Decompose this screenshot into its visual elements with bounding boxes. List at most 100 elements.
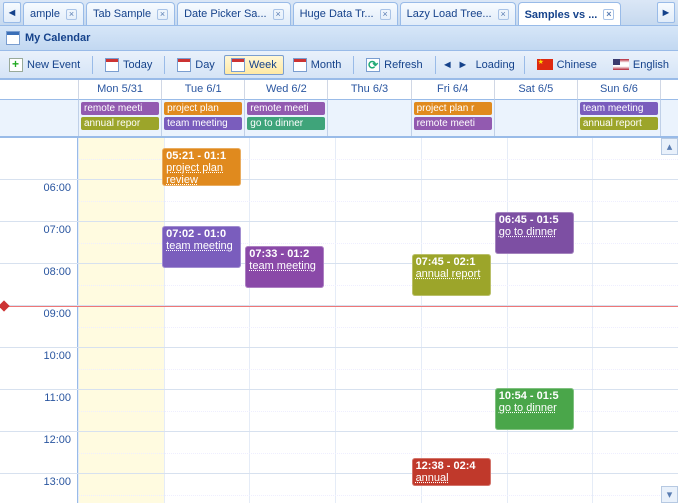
refresh-button[interactable]: Refresh (359, 55, 430, 75)
time-cell[interactable] (335, 222, 421, 263)
calendar-event[interactable]: 10:54 - 01:5go to dinner (495, 388, 574, 430)
calendar-event[interactable]: 12:38 - 02:4annual (412, 458, 491, 486)
time-cell[interactable] (335, 306, 421, 347)
allday-column[interactable] (327, 100, 410, 136)
allday-column[interactable]: project plan team meeting (161, 100, 244, 136)
time-cell[interactable] (164, 180, 250, 221)
time-cell[interactable] (78, 390, 164, 431)
time-cell[interactable] (421, 348, 507, 389)
time-cell[interactable] (335, 138, 421, 179)
allday-event[interactable]: project plan (164, 102, 242, 115)
today-button[interactable]: Today (98, 55, 159, 75)
time-cell[interactable] (249, 180, 335, 221)
time-cell[interactable] (164, 348, 250, 389)
month-view-button[interactable]: Month (286, 55, 349, 75)
time-cell[interactable] (421, 180, 507, 221)
time-cell[interactable] (592, 390, 678, 431)
time-cell[interactable] (507, 138, 593, 179)
time-cell[interactable] (507, 348, 593, 389)
time-cell[interactable] (164, 306, 250, 347)
time-cell[interactable] (335, 474, 421, 503)
day-header[interactable]: Thu 6/3 (327, 80, 410, 100)
calendar-event[interactable]: 06:45 - 01:5go to dinner (495, 212, 574, 254)
time-cell[interactable] (249, 306, 335, 347)
new-event-button[interactable]: New Event (2, 55, 87, 75)
time-cell[interactable] (164, 474, 250, 503)
time-cell[interactable] (78, 306, 164, 347)
lang-chinese-button[interactable]: Chinese (530, 56, 604, 74)
close-icon[interactable]: × (380, 9, 391, 20)
tab-scroll-left[interactable]: ◄ (3, 2, 21, 23)
day-header[interactable]: Sat 6/5 (494, 80, 577, 100)
allday-event[interactable]: remote meeti (247, 102, 325, 115)
time-cell[interactable] (335, 264, 421, 305)
day-header[interactable]: Mon 5/31 (78, 80, 161, 100)
time-cell[interactable] (164, 264, 250, 305)
time-cell[interactable] (335, 348, 421, 389)
day-header[interactable]: Wed 6/2 (244, 80, 327, 100)
tab[interactable]: Date Picker Sa...× (177, 2, 291, 25)
next-period-button[interactable]: ► (456, 57, 470, 73)
prev-period-button[interactable]: ◄ (441, 57, 455, 73)
time-cell[interactable] (592, 180, 678, 221)
calendar-event[interactable]: 05:21 - 01:1project plan review (162, 148, 241, 186)
time-cell[interactable] (249, 474, 335, 503)
calendar-event[interactable]: 07:02 - 01:0team meeting (162, 226, 241, 268)
time-cell[interactable] (592, 432, 678, 473)
time-cell[interactable] (78, 180, 164, 221)
tab[interactable]: Tab Sample× (86, 2, 175, 25)
lang-english-button[interactable]: English (606, 56, 676, 74)
time-cell[interactable] (249, 138, 335, 179)
tab-scroll-right[interactable]: ► (657, 2, 675, 23)
time-cell[interactable] (78, 222, 164, 263)
week-view-button[interactable]: Week (224, 55, 284, 75)
close-icon[interactable]: × (66, 9, 77, 20)
time-cell[interactable] (592, 348, 678, 389)
day-header[interactable]: Sun 6/6 (577, 80, 660, 100)
allday-event[interactable]: project plan r (414, 102, 492, 115)
calendar-event[interactable]: 07:45 - 02:1annual report (412, 254, 491, 296)
calendar-event[interactable]: 07:33 - 01:2team meeting (245, 246, 324, 288)
time-cell[interactable] (421, 390, 507, 431)
time-cell[interactable] (78, 474, 164, 503)
time-cell[interactable] (421, 138, 507, 179)
tab[interactable]: Huge Data Tr...× (293, 2, 398, 25)
allday-event[interactable]: remote meeti (414, 117, 492, 130)
scroll-down-button[interactable]: ▾ (661, 486, 678, 503)
day-header[interactable]: Tue 6/1 (161, 80, 244, 100)
close-icon[interactable]: × (603, 9, 614, 20)
allday-column[interactable]: team meeting annual report (577, 100, 660, 136)
time-cell[interactable] (507, 432, 593, 473)
time-cell[interactable] (507, 306, 593, 347)
allday-event[interactable]: team meeting (580, 102, 658, 115)
time-cell[interactable] (164, 390, 250, 431)
time-cell[interactable] (249, 390, 335, 431)
time-cell[interactable] (78, 348, 164, 389)
time-cell[interactable] (335, 180, 421, 221)
allday-column[interactable] (494, 100, 577, 136)
allday-event[interactable]: remote meeti (81, 102, 159, 115)
time-cell[interactable] (592, 264, 678, 305)
time-cell[interactable] (507, 474, 593, 503)
time-cell[interactable] (164, 432, 250, 473)
time-cell[interactable] (249, 348, 335, 389)
allday-column[interactable]: project plan r remote meeti (411, 100, 494, 136)
allday-event[interactable]: annual report (580, 117, 658, 130)
time-cell[interactable] (335, 390, 421, 431)
time-cell[interactable] (507, 264, 593, 305)
day-header[interactable]: Fri 6/4 (411, 80, 494, 100)
time-cell[interactable] (421, 306, 507, 347)
allday-event[interactable]: team meeting (164, 117, 242, 130)
time-cell[interactable] (78, 138, 164, 179)
allday-event[interactable]: go to dinner (247, 117, 325, 130)
time-cell[interactable] (249, 432, 335, 473)
time-grid-scroll[interactable]: 06:0007:0008:0009:0010:0011:0012:0013:00… (0, 138, 678, 503)
allday-column[interactable]: remote meeti go to dinner (244, 100, 327, 136)
close-icon[interactable]: × (157, 9, 168, 20)
close-icon[interactable]: × (498, 9, 509, 20)
time-cell[interactable] (592, 306, 678, 347)
time-cell[interactable] (78, 264, 164, 305)
tab[interactable]: Lazy Load Tree...× (400, 2, 516, 25)
scroll-up-button[interactable]: ▴ (661, 138, 678, 155)
time-cell[interactable] (78, 432, 164, 473)
